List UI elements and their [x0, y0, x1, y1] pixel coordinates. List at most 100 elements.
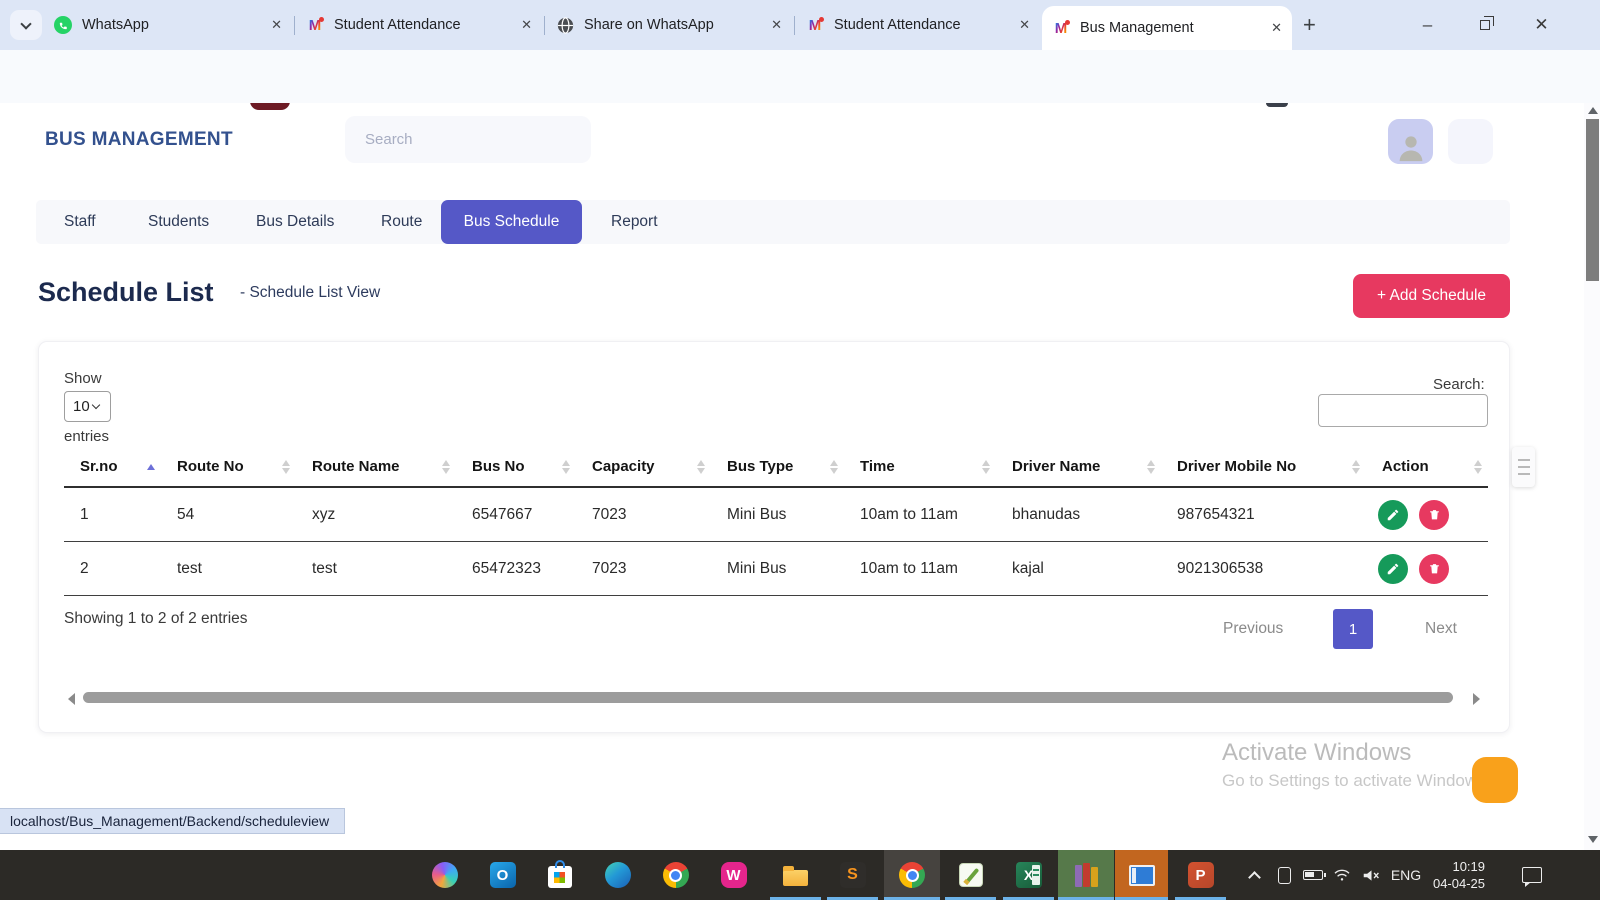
- window-maximize-button[interactable]: [1456, 0, 1513, 50]
- nav-item-students[interactable]: Students: [148, 200, 209, 244]
- column-header-driver-name[interactable]: Driver Name: [996, 448, 1161, 486]
- cell-driver-mobile: 987654321: [1161, 488, 1366, 541]
- column-header-capacity[interactable]: Capacity: [576, 448, 711, 486]
- add-schedule-button[interactable]: + Add Schedule: [1353, 274, 1510, 318]
- sort-asc-icon: [147, 464, 155, 470]
- clipped-logo-fragment: [250, 103, 290, 110]
- tab-student-attendance-1[interactable]: M Student Attendance ✕: [296, 0, 542, 50]
- cell-capacity: 7023: [576, 488, 711, 541]
- taskbar-chrome-icon[interactable]: [647, 850, 704, 900]
- scrollbar-down-arrow[interactable]: [1588, 836, 1598, 843]
- cell-route-name: test: [296, 542, 456, 595]
- tab-whatsapp[interactable]: WhatsApp ✕: [44, 0, 292, 50]
- page-size-select[interactable]: 10: [64, 391, 111, 422]
- tray-battery-icon[interactable]: [1298, 850, 1328, 900]
- tab-share-whatsapp[interactable]: Share on WhatsApp ✕: [546, 0, 792, 50]
- globe-icon: [556, 16, 574, 34]
- tab-close-icon[interactable]: ✕: [271, 17, 282, 33]
- edit-button[interactable]: [1378, 500, 1408, 530]
- tab-close-icon[interactable]: ✕: [1019, 17, 1030, 33]
- clipped-fragment: [1266, 103, 1288, 107]
- tab-title: Bus Management: [1080, 20, 1263, 36]
- nav-item-staff[interactable]: Staff: [64, 200, 96, 244]
- hscroll-right-arrow[interactable]: [1473, 693, 1480, 705]
- table-search-input[interactable]: [1318, 394, 1488, 427]
- sort-icon: [697, 460, 705, 466]
- taskbar-sublime-icon[interactable]: S: [824, 850, 881, 900]
- tab-search-chevron-button[interactable]: [10, 10, 42, 40]
- sort-icon: [562, 460, 570, 466]
- pagination-previous[interactable]: Previous: [1223, 620, 1283, 638]
- hscroll-thumb[interactable]: [83, 692, 1453, 703]
- taskbar-file-explorer-icon[interactable]: [767, 850, 824, 900]
- hscroll-left-arrow[interactable]: [68, 693, 75, 705]
- taskbar-chrome-active-icon[interactable]: [884, 850, 940, 900]
- table-header-row: Sr.no Route No Route Name Bus No Capacit…: [64, 448, 1488, 488]
- sort-icon: [1352, 460, 1360, 466]
- tray-language[interactable]: ENG: [1388, 850, 1424, 900]
- taskbar-edge-icon[interactable]: [589, 850, 646, 900]
- edit-button[interactable]: [1378, 554, 1408, 584]
- taskbar-store-icon[interactable]: [531, 850, 588, 900]
- user-avatar[interactable]: [1388, 119, 1433, 164]
- cell-bus-type: Mini Bus: [711, 542, 844, 595]
- sort-icon: [1147, 460, 1155, 466]
- screen: WhatsApp ✕ M Student Attendance ✕ Share …: [0, 0, 1600, 900]
- sort-icon: [442, 460, 450, 466]
- taskbar-copilot-icon[interactable]: [416, 850, 473, 900]
- taskbar-vm-window-icon[interactable]: [1115, 850, 1168, 900]
- column-header-time[interactable]: Time: [844, 448, 996, 486]
- secondary-tile[interactable]: [1448, 119, 1493, 164]
- cell-srno: 2: [64, 542, 161, 595]
- column-header-route-no[interactable]: Route No: [161, 448, 296, 486]
- tab-divider: [794, 16, 795, 35]
- pagination-page-1[interactable]: 1: [1333, 609, 1373, 649]
- table-row: 2 test test 65472323 7023 Mini Bus 10am …: [64, 542, 1488, 596]
- tab-student-attendance-2[interactable]: M Student Attendance ✕: [796, 0, 1040, 50]
- site-search-input[interactable]: [345, 116, 591, 163]
- sort-icon: [1474, 460, 1482, 466]
- scrollbar-thumb[interactable]: [1586, 119, 1599, 281]
- tab-close-icon[interactable]: ✕: [1271, 20, 1282, 36]
- tray-network-icon[interactable]: [1328, 850, 1356, 900]
- taskbar-excel-icon[interactable]: X: [1000, 850, 1057, 900]
- new-tab-button[interactable]: +: [1303, 12, 1316, 38]
- column-header-action[interactable]: Action: [1366, 448, 1488, 486]
- tab-close-icon[interactable]: ✕: [771, 17, 782, 33]
- delete-button[interactable]: [1419, 500, 1449, 530]
- column-header-driver-mobile[interactable]: Driver Mobile No: [1161, 448, 1366, 486]
- taskbar-outlook-icon[interactable]: O: [474, 850, 531, 900]
- tray-device-icon[interactable]: [1270, 850, 1298, 900]
- chat-widget-button[interactable]: [1472, 757, 1518, 803]
- pagination-next[interactable]: Next: [1425, 620, 1457, 638]
- tray-action-center-icon[interactable]: [1512, 850, 1552, 900]
- nav-item-bus-details[interactable]: Bus Details: [256, 200, 334, 244]
- window-minimize-button[interactable]: –: [1399, 0, 1456, 50]
- taskbar-notepadpp-icon[interactable]: [942, 850, 999, 900]
- taskbar-wamp-icon[interactable]: W: [705, 850, 762, 900]
- tab-close-icon[interactable]: ✕: [521, 17, 532, 33]
- window-close-button[interactable]: ✕: [1513, 0, 1570, 50]
- main-nav: Staff Students Bus Details Route Bus Sch…: [36, 200, 1510, 244]
- side-drag-handle[interactable]: [1512, 447, 1535, 487]
- scrollbar-up-arrow[interactable]: [1588, 107, 1598, 114]
- page-title: Schedule List: [38, 277, 214, 308]
- delete-button[interactable]: [1419, 554, 1449, 584]
- tray-clock[interactable]: 10:19 04-04-25: [1428, 850, 1490, 900]
- taskbar-powerpoint-icon[interactable]: P: [1172, 850, 1229, 900]
- page-subtitle: - Schedule List View: [240, 284, 380, 302]
- tab-title: WhatsApp: [82, 17, 263, 33]
- attendance-logo-icon: M: [806, 16, 824, 34]
- column-header-bus-type[interactable]: Bus Type: [711, 448, 844, 486]
- column-header-srno[interactable]: Sr.no: [64, 448, 161, 486]
- cell-driver-name: kajal: [996, 542, 1161, 595]
- tab-bus-management-active[interactable]: M Bus Management ✕: [1042, 6, 1292, 50]
- tray-volume-muted-icon[interactable]: [1356, 850, 1386, 900]
- nav-item-bus-schedule-active[interactable]: Bus Schedule: [441, 200, 582, 244]
- nav-item-report[interactable]: Report: [611, 200, 658, 244]
- nav-item-route[interactable]: Route: [381, 200, 422, 244]
- taskbar-winrar-icon[interactable]: [1058, 850, 1114, 900]
- column-header-bus-no[interactable]: Bus No: [456, 448, 576, 486]
- tray-show-hidden-icons[interactable]: [1240, 850, 1268, 900]
- column-header-route-name[interactable]: Route Name: [296, 448, 456, 486]
